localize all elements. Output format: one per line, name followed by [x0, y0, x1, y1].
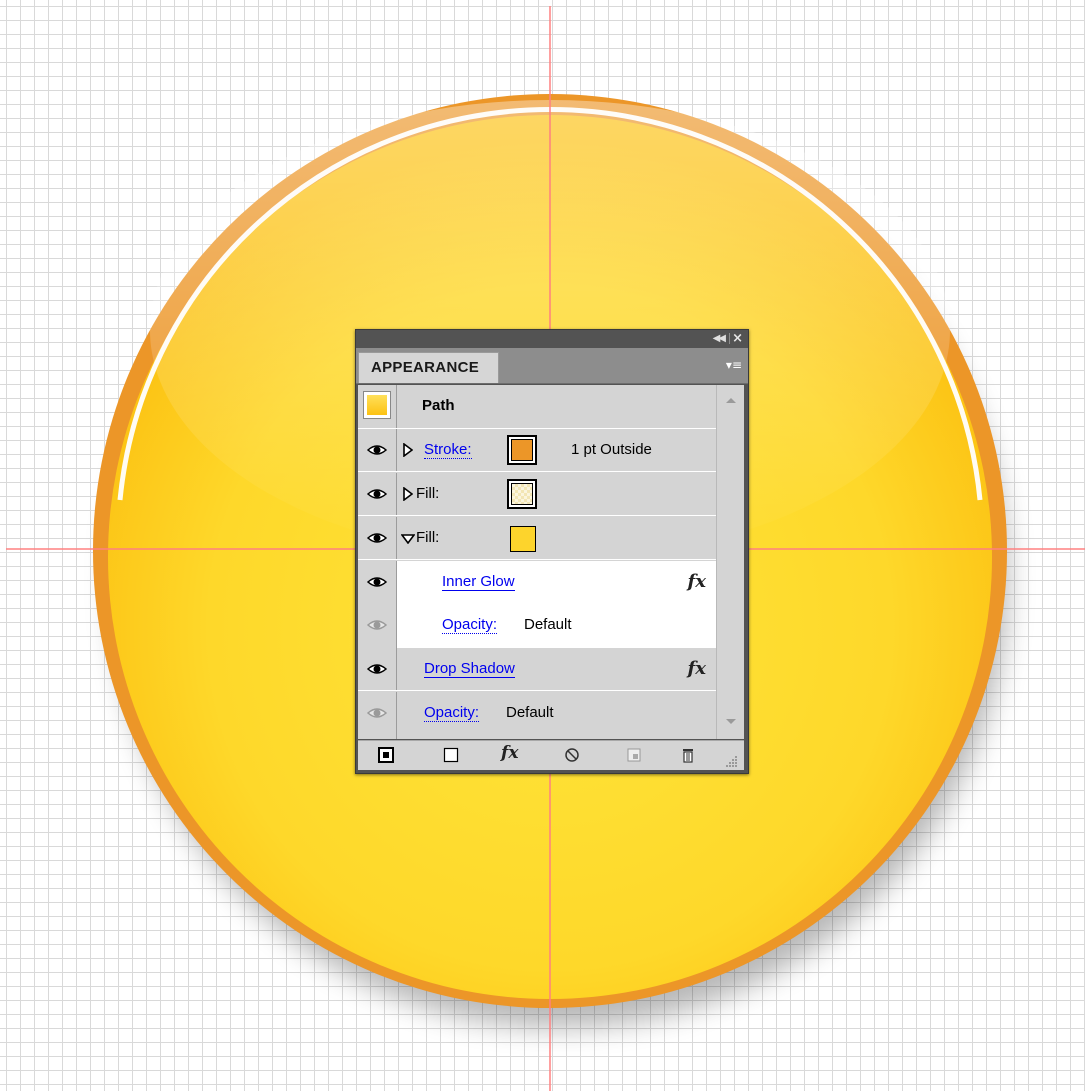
eye-icon	[367, 620, 387, 630]
eye-icon	[367, 664, 387, 674]
panel-menu-icon[interactable]: ▾≡	[726, 358, 742, 372]
appearance-list: Path Stroke: 1 pt Outside Fill: Fill: In…	[358, 385, 744, 739]
visibility-toggle-drop-shadow[interactable]	[358, 648, 397, 690]
visibility-toggle-fill-1[interactable]	[358, 473, 397, 515]
object-thumbnail-cell	[358, 385, 397, 428]
fill-opacity-row[interactable]: Opacity: Default	[358, 604, 716, 648]
fill-row-2[interactable]: Fill:	[358, 517, 716, 560]
panel-titlebar[interactable]: ◀◀ ×	[356, 330, 748, 348]
fill-opacity-link[interactable]: Opacity:	[442, 616, 498, 634]
visibility-toggle-fill-2[interactable]	[358, 517, 397, 559]
expand-triangle-icon[interactable]	[403, 487, 413, 501]
opacity-link[interactable]: Opacity:	[424, 704, 480, 722]
inner-glow-row[interactable]: Inner Glow fx	[358, 561, 716, 604]
clear-appearance-icon[interactable]	[564, 747, 580, 763]
add-new-stroke-icon[interactable]	[378, 747, 394, 763]
duplicate-item-icon[interactable]	[626, 747, 642, 763]
eye-icon	[367, 708, 387, 718]
fill-swatch-1[interactable]	[507, 479, 537, 509]
titlebar-divider	[729, 333, 730, 344]
fill-label: Fill:	[416, 485, 440, 502]
opacity-value: Default	[506, 704, 554, 721]
visibility-toggle-opacity[interactable]	[358, 692, 397, 739]
collapse-double-arrow-icon[interactable]: ◀◀	[713, 333, 726, 344]
resize-grip-icon[interactable]	[726, 753, 738, 769]
object-thumbnail	[363, 391, 391, 419]
stroke-label-link[interactable]: Stroke:	[424, 441, 472, 459]
panel-bottom-toolbar: fx	[358, 740, 744, 770]
expand-triangle-icon[interactable]	[403, 443, 413, 457]
visibility-toggle-inner-glow[interactable]	[358, 561, 397, 604]
visibility-toggle-stroke[interactable]	[358, 429, 397, 471]
add-new-effect-fx-icon[interactable]: fx	[501, 743, 518, 763]
object-type-label: Path	[422, 397, 455, 414]
eye-icon	[367, 445, 387, 455]
tab-appearance[interactable]: APPEARANCE	[358, 352, 499, 383]
scroll-down-arrow-icon[interactable]	[726, 719, 736, 724]
stroke-weight-value: 1 pt Outside	[571, 441, 652, 458]
stroke-row[interactable]: Stroke: 1 pt Outside	[358, 429, 716, 472]
fill-opacity-value: Default	[524, 616, 572, 633]
opacity-row[interactable]: Opacity: Default	[358, 692, 716, 739]
fill-swatch-2[interactable]	[510, 526, 536, 552]
path-row[interactable]: Path	[358, 385, 716, 429]
stroke-swatch[interactable]	[507, 435, 537, 465]
eye-icon	[367, 533, 387, 543]
panel-tab-row: APPEARANCE ▾≡	[356, 348, 748, 384]
inner-glow-effect-link[interactable]: Inner Glow	[442, 573, 515, 591]
drop-shadow-effect-link[interactable]: Drop Shadow	[424, 660, 515, 678]
eye-icon	[367, 577, 387, 587]
close-x-icon[interactable]: ×	[732, 331, 743, 346]
delete-item-trash-icon[interactable]	[680, 747, 696, 763]
visibility-toggle-fill-opacity[interactable]	[358, 604, 397, 648]
collapse-triangle-icon[interactable]	[401, 534, 415, 544]
fill-row-1[interactable]: Fill:	[358, 473, 716, 516]
panel-scrollbar[interactable]	[716, 385, 744, 739]
add-new-fill-icon[interactable]	[443, 747, 459, 763]
eye-icon	[367, 489, 387, 499]
fx-icon: fx	[687, 571, 706, 592]
scroll-up-arrow-icon[interactable]	[726, 398, 736, 403]
drop-shadow-row[interactable]: Drop Shadow fx	[358, 648, 716, 691]
fx-icon: fx	[687, 658, 706, 679]
appearance-panel: ◀◀ × APPEARANCE ▾≡ Path Stroke: 1 pt Out…	[355, 329, 749, 774]
fill-label: Fill:	[416, 529, 440, 546]
